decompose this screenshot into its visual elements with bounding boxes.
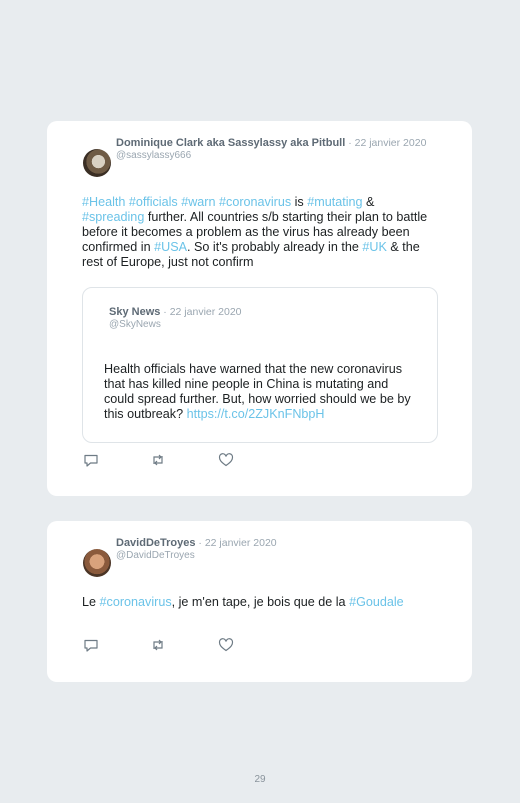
tweet-header: Dominique Clark aka Sassylassy aka Pitbu… — [116, 137, 442, 162]
hashtag-link[interactable]: #USA — [154, 240, 187, 254]
tweet-text-segment: is — [291, 195, 308, 209]
tweet-card: Dominique Clark aka Sassylassy aka Pitbu… — [47, 121, 472, 496]
hashtag-link[interactable]: #UK — [362, 240, 387, 254]
reply-icon[interactable] — [83, 637, 99, 653]
tweet-text-segment: . So it's probably already in the — [187, 240, 363, 254]
hashtag-link[interactable]: #spreading — [82, 210, 144, 224]
quote-author-name: Sky News — [109, 306, 161, 318]
hashtag-link[interactable]: #officials — [129, 195, 178, 209]
hashtag-link[interactable]: #Health — [82, 195, 125, 209]
tweet-text-segment: & — [362, 195, 375, 209]
reply-icon[interactable] — [83, 452, 99, 468]
tweet-text: #Health #officials #warn #coronavirus is… — [82, 195, 436, 270]
quote-text: Health officials have warned that the ne… — [104, 362, 413, 422]
quote-header: Sky News · 22 janvier 2020 @SkyNews — [109, 306, 407, 331]
tweet-date[interactable]: · 22 janvier 2020 — [195, 537, 276, 549]
retweet-icon[interactable] — [150, 452, 166, 468]
quote-author-handle: @SkyNews — [109, 319, 161, 330]
hashtag-link[interactable]: #mutating — [307, 195, 362, 209]
hashtag-link[interactable]: #Goudale — [349, 595, 404, 609]
quoted-tweet[interactable]: Sky News · 22 janvier 2020 @SkyNews Heal… — [82, 287, 438, 443]
avatar[interactable] — [83, 149, 111, 177]
author-handle[interactable]: @sassylassy666 — [116, 150, 442, 162]
tweet-text-segment: Le — [82, 595, 100, 609]
page-number: 29 — [254, 774, 266, 785]
like-icon[interactable] — [218, 452, 234, 468]
hashtag-link[interactable]: #coronavirus — [219, 195, 291, 209]
quote-link[interactable]: https://t.co/2ZJKnFNbpH — [187, 407, 325, 421]
author-name[interactable]: Dominique Clark aka Sassylassy aka Pitbu… — [116, 137, 345, 149]
tweet-date[interactable]: · 22 janvier 2020 — [345, 137, 426, 149]
hashtag-link[interactable]: #coronavirus — [100, 595, 172, 609]
tweet-text: Le #coronavirus, je m'en tape, je bois q… — [82, 595, 436, 610]
tweet-actions — [83, 452, 243, 468]
like-icon[interactable] — [218, 637, 234, 653]
avatar[interactable] — [83, 549, 111, 577]
tweet-actions — [83, 637, 243, 653]
tweet-card: DavidDeTroyes · 22 janvier 2020 @DavidDe… — [47, 521, 472, 682]
hashtag-link[interactable]: #warn — [181, 195, 215, 209]
tweet-text-segment: , je m'en tape, je bois que de la — [171, 595, 350, 609]
author-handle[interactable]: @DavidDeTroyes — [116, 550, 442, 562]
author-name[interactable]: DavidDeTroyes — [116, 537, 195, 549]
quote-date: · 22 janvier 2020 — [160, 306, 242, 318]
retweet-icon[interactable] — [150, 637, 166, 653]
tweet-header: DavidDeTroyes · 22 janvier 2020 @DavidDe… — [116, 537, 442, 562]
